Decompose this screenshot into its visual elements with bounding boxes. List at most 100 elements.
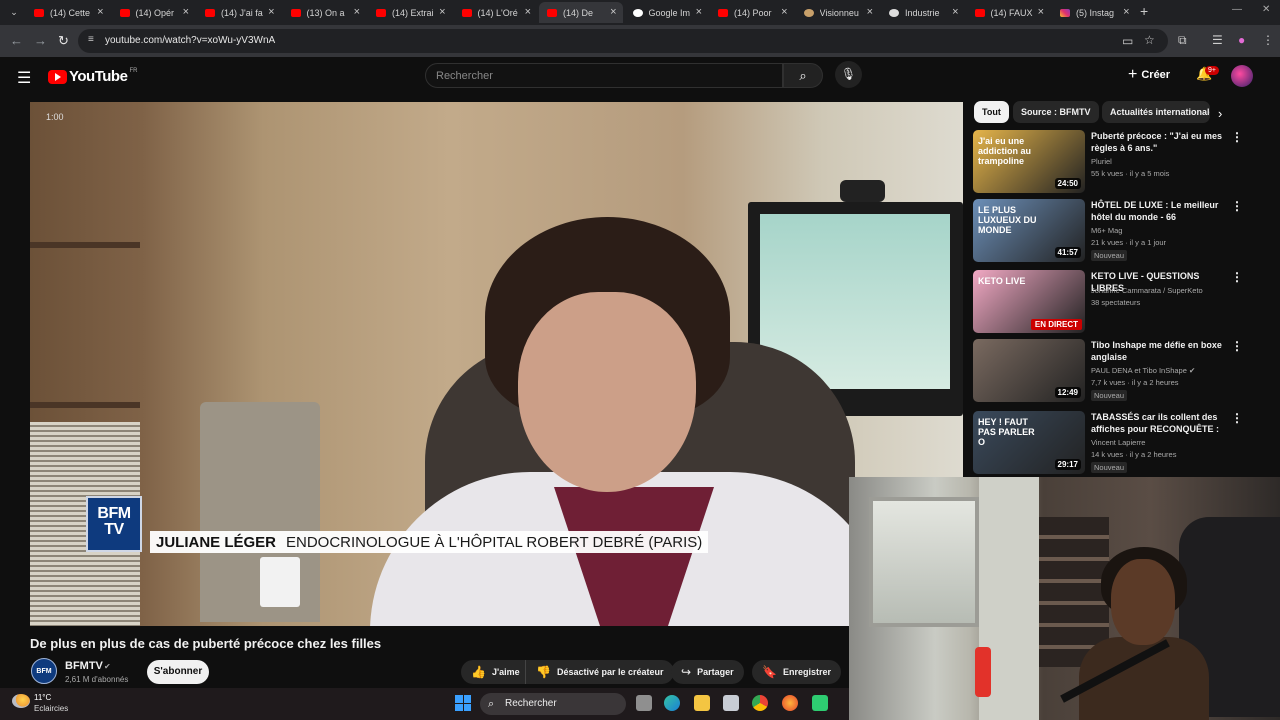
tab-close-icon[interactable]: ×	[696, 5, 702, 19]
thumbnail-text: J'ai eu une addiction au trampoline	[978, 136, 1032, 166]
browser-tab[interactable]: (14) Extrai ×	[368, 2, 452, 23]
save-button[interactable]: 🔖 Enregistrer	[752, 660, 841, 684]
weather-icon[interactable]	[12, 694, 30, 708]
user-avatar[interactable]	[1231, 65, 1253, 87]
browser-tab[interactable]: (14) De ×	[539, 2, 623, 23]
video-thumbnail[interactable]: 12:49	[973, 339, 1085, 402]
url-field[interactable]: ≡ youtube.com/watch?v=xoWu-yV3WnA ▭ ☆	[78, 29, 1168, 53]
store-icon[interactable]	[723, 695, 739, 711]
browser-tab[interactable]: (14) Opér ×	[112, 2, 196, 23]
browser-tab[interactable]: (14) J'ai fa ×	[197, 2, 281, 23]
edge-icon[interactable]	[664, 695, 680, 711]
file-explorer-icon[interactable]	[694, 695, 710, 711]
more-options-icon[interactable]: ⋮	[1231, 411, 1243, 425]
browser-tab[interactable]: (13) On a ×	[283, 2, 367, 23]
video-thumbnail[interactable]: KETO LIVE EN DIRECT	[973, 270, 1085, 333]
firefox-icon[interactable]	[782, 695, 798, 711]
close-window-icon[interactable]: ✕	[1262, 4, 1270, 15]
youtube-logo[interactable]: YouTube FR	[48, 68, 137, 85]
search-button[interactable]: ⌕	[783, 63, 823, 88]
browser-tab[interactable]: (14) Cette ×	[26, 2, 110, 23]
related-video-item[interactable]: HEY ! FAUT PAS PARLER O 29:17 TABASSÉS car…	[973, 411, 1263, 475]
related-video-item[interactable]: 12:49 Tibo Inshape me défie en boxe angla…	[973, 339, 1263, 403]
tab-close-icon[interactable]: ×	[781, 5, 787, 19]
share-button[interactable]: ↪ Partager	[671, 660, 744, 684]
tab-close-icon[interactable]: ×	[97, 5, 103, 19]
chevron-right-icon[interactable]: ›	[1218, 106, 1222, 121]
new-badge: Nouveau	[1091, 390, 1128, 401]
profile-icon[interactable]: ☰	[1212, 33, 1223, 47]
related-video-title[interactable]: Puberté précoce : "J'ai eu mes règles à …	[1091, 130, 1226, 154]
site-settings-icon[interactable]: ≡	[88, 34, 94, 45]
cast-icon[interactable]: ▭	[1122, 34, 1133, 48]
more-options-icon[interactable]: ⋮	[1231, 339, 1243, 353]
related-video-channel[interactable]: PAUL DENA et Tibo InShape ✔	[1091, 366, 1195, 375]
tab-close-icon[interactable]: ×	[952, 5, 958, 19]
related-video-channel[interactable]: Vincent Lapierre	[1091, 438, 1145, 447]
tab-close-icon[interactable]: ×	[610, 5, 616, 19]
filter-chip[interactable]: Tout	[974, 101, 1009, 123]
new-tab-button[interactable]: +	[1140, 3, 1148, 19]
video-player[interactable]: 1:00 BFM TV JULIANE LÉGER ENDOCRINOLOGUE…	[30, 102, 963, 626]
related-video-item[interactable]: J'ai eu une addiction au trampoline 24:50…	[973, 130, 1263, 194]
browser-tab[interactable]: Industrie ×	[881, 2, 965, 23]
browser-tab[interactable]: (14) Poor ×	[710, 2, 794, 23]
related-video-channel[interactable]: M6+ Mag	[1091, 226, 1122, 235]
tab-close-icon[interactable]: ×	[1123, 5, 1129, 19]
more-options-icon[interactable]: ⋮	[1231, 270, 1243, 284]
more-options-icon[interactable]: ⋮	[1231, 130, 1243, 144]
subscribe-button[interactable]: S'abonner	[147, 660, 209, 684]
browser-tab[interactable]: Visionneu ×	[796, 2, 880, 23]
voice-search-button[interactable]: 🎙	[835, 61, 862, 88]
notification-badge: 9+	[1205, 66, 1219, 75]
related-video-item[interactable]: KETO LIVE EN DIRECT KETO LIVE - QUESTIONS …	[973, 270, 1263, 334]
related-video-title[interactable]: HÔTEL DE LUXE : Le meilleur hôtel du mon…	[1091, 199, 1226, 224]
search-input[interactable]: Rechercher	[425, 63, 783, 88]
dislike-button[interactable]: 👎 Désactivé par le créateur	[525, 660, 674, 684]
create-button[interactable]: + Créer	[1128, 63, 1170, 87]
related-video-title[interactable]: TABASSÉS car ils collent des affiches po…	[1091, 411, 1226, 436]
filter-chip[interactable]: Actualités internationales	[1102, 101, 1210, 123]
browser-tab[interactable]: (14) L'Oré ×	[454, 2, 538, 23]
browser-menu-icon[interactable]: ⋮	[1262, 33, 1274, 47]
menu-hamburger-icon[interactable]: ☰	[17, 68, 31, 88]
browser-tab[interactable]: Google Im ×	[625, 2, 709, 23]
windows-start-icon[interactable]	[455, 695, 471, 711]
tab-close-icon[interactable]: ×	[183, 5, 189, 19]
video-thumbnail[interactable]: J'ai eu une addiction au trampoline 24:50	[973, 130, 1085, 193]
browser-tab[interactable]: (14) FAUX ×	[967, 2, 1051, 23]
tab-close-icon[interactable]: ×	[268, 5, 274, 19]
forward-icon[interactable]: →	[34, 33, 47, 48]
taskbar-search[interactable]: ⌕ Rechercher	[480, 693, 626, 715]
channel-name[interactable]: BFMTV	[65, 660, 103, 672]
tab-close-icon[interactable]: ×	[1038, 5, 1044, 19]
more-options-icon[interactable]: ⋮	[1231, 199, 1243, 213]
logo-region: FR	[129, 67, 138, 74]
chat-app-icon[interactable]	[812, 695, 828, 711]
channel-avatar[interactable]: BFM	[31, 658, 57, 684]
like-button[interactable]: 👍 J'aime	[461, 660, 530, 684]
bookmark-star-icon[interactable]: ☆	[1144, 33, 1155, 47]
tab-close-icon[interactable]: ×	[439, 5, 445, 19]
related-video-channel[interactable]: Pluriel	[1091, 157, 1112, 166]
tab-close-icon[interactable]: ×	[525, 5, 531, 19]
task-view-icon[interactable]	[636, 695, 652, 711]
tab-close-icon[interactable]: ×	[354, 5, 360, 19]
account-icon[interactable]: ●	[1238, 33, 1245, 47]
reload-icon[interactable]: ↻	[58, 33, 69, 49]
related-video-title[interactable]: Tibo Inshape me défie en boxe anglaise	[1091, 339, 1226, 363]
channel-subscribers: 2,61 M d'abonnés	[65, 675, 129, 684]
tab-close-icon[interactable]: ×	[867, 5, 873, 19]
tab-search-menu-button[interactable]: ⌄	[4, 3, 24, 21]
back-icon[interactable]: ←	[10, 33, 23, 48]
filter-chip[interactable]: Source : BFMTV	[1013, 101, 1099, 123]
youtube-icon	[718, 8, 728, 17]
video-thumbnail[interactable]: LE PLUS LUXUEUX DU MONDE 41:57	[973, 199, 1085, 262]
extensions-icon[interactable]: ⧉	[1178, 33, 1187, 48]
video-thumbnail[interactable]: HEY ! FAUT PAS PARLER O 29:17	[973, 411, 1085, 474]
minimize-icon[interactable]: —	[1232, 4, 1242, 15]
related-video-item[interactable]: LE PLUS LUXUEUX DU MONDE 41:57 HÔTEL DE LU…	[973, 199, 1263, 263]
related-video-channel[interactable]: Johanne Cammarata / SuperKeto	[1091, 286, 1203, 295]
browser-tab[interactable]: (5) Instag ×	[1052, 2, 1136, 23]
chrome-icon[interactable]	[752, 695, 768, 711]
